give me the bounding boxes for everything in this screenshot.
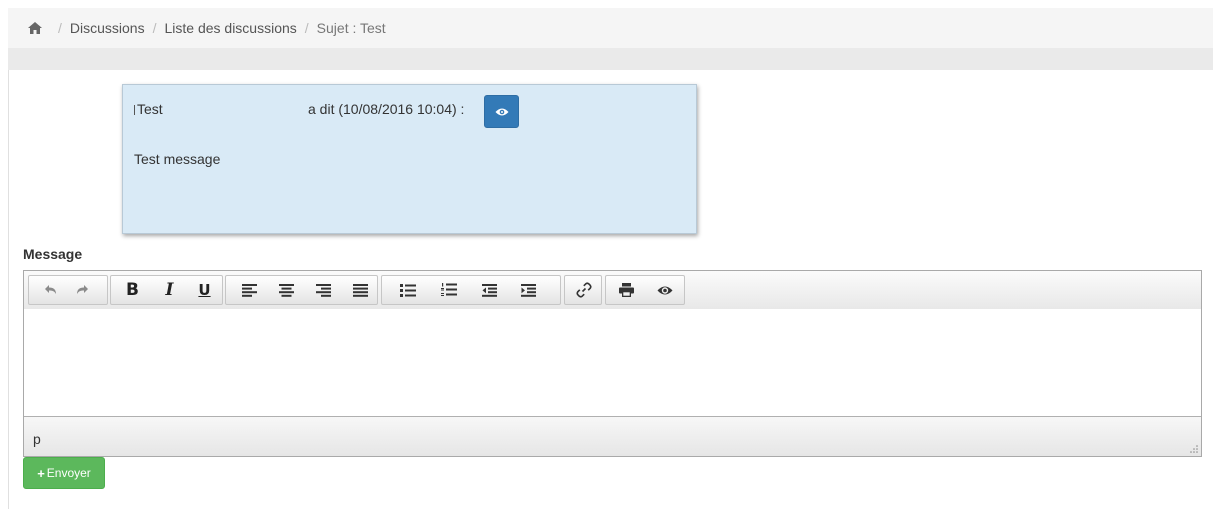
preview-icon [657, 286, 672, 294]
breadcrumb-separator: / [58, 20, 62, 36]
editor-content-area[interactable] [24, 309, 1201, 416]
toolbar-group-link [564, 275, 602, 305]
align-right-icon [316, 283, 331, 297]
breadcrumb-separator: / [304, 20, 309, 36]
toolbar-group-misc [605, 275, 685, 305]
resize-handle-icon[interactable] [1189, 444, 1199, 454]
align-left-button[interactable] [234, 276, 265, 304]
breadcrumb-separator: / [152, 20, 157, 36]
link-button[interactable] [568, 276, 599, 304]
underline-label: U [198, 281, 211, 299]
italic-button[interactable]: I [154, 276, 185, 304]
undo-button[interactable] [35, 276, 66, 304]
send-button-label: Envoyer [46, 466, 91, 480]
message-field-label: Message [23, 246, 83, 262]
print-button[interactable] [611, 276, 642, 304]
message-card: Test a dit (10/08/2016 10:04) : Test mes… [122, 84, 697, 234]
content-border [8, 70, 9, 509]
underline-button[interactable]: U [189, 276, 220, 304]
editor-toolbar: B I U [24, 271, 1201, 310]
message-meta: a dit (10/08/2016 10:04) : [308, 101, 465, 117]
bullet-list-icon [399, 283, 416, 297]
indent-icon [521, 283, 536, 297]
home-icon[interactable] [28, 22, 42, 34]
toolbar-group-format: B I U [110, 275, 223, 305]
header-band [8, 48, 1213, 70]
print-icon [619, 283, 634, 297]
redo-button[interactable] [66, 276, 97, 304]
eye-icon [495, 108, 508, 115]
plus-icon: + [37, 465, 45, 481]
breadcrumb-discussions[interactable]: Discussions [70, 8, 145, 48]
send-button[interactable]: + Envoyer [23, 457, 105, 489]
element-path[interactable]: p [33, 431, 41, 447]
message-body: Test message [134, 151, 221, 167]
bullet-list-button[interactable] [392, 276, 423, 304]
numbered-list-button[interactable] [433, 276, 464, 304]
redo-icon [76, 285, 88, 294]
align-justify-button[interactable] [345, 276, 376, 304]
bold-label: B [126, 280, 139, 300]
indent-button[interactable] [513, 276, 544, 304]
toolbar-group-lists [381, 275, 561, 305]
toolbar-group-align [225, 275, 378, 305]
rich-text-editor: B I U p [23, 270, 1202, 457]
breadcrumb: / Discussions / Liste des discussions / … [8, 8, 1213, 48]
breadcrumb-current-topic: Sujet : Test [316, 20, 386, 36]
bold-button[interactable]: B [117, 276, 148, 304]
align-left-icon [242, 283, 257, 297]
toolbar-group-history [28, 275, 108, 305]
breadcrumb-discussion-list[interactable]: Liste des discussions [164, 8, 296, 48]
link-icon [575, 282, 592, 298]
align-right-button[interactable] [308, 276, 339, 304]
undo-icon [44, 285, 56, 294]
align-center-icon [279, 283, 294, 297]
preview-button[interactable] [649, 276, 680, 304]
message-author: Test [134, 101, 163, 117]
view-message-button[interactable] [484, 95, 519, 128]
outdent-button[interactable] [474, 276, 505, 304]
editor-statusbar: p [24, 416, 1201, 456]
numbered-list-icon [440, 283, 457, 296]
align-center-button[interactable] [271, 276, 302, 304]
italic-label: I [165, 280, 174, 300]
outdent-icon [482, 283, 497, 297]
align-justify-icon [353, 283, 368, 297]
